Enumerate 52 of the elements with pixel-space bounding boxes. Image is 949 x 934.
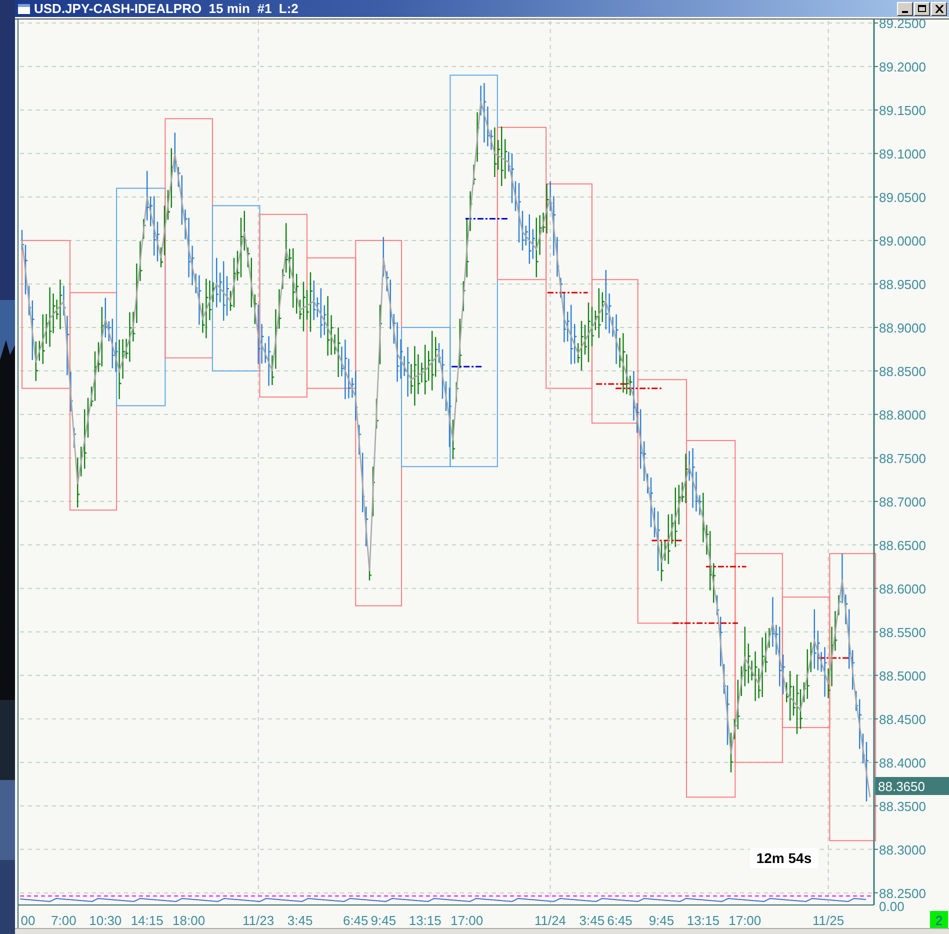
x-axis-label: 11/24	[534, 913, 566, 928]
y-axis-label: 88.2500	[879, 886, 926, 901]
horizontal-scrollbar[interactable]	[15, 928, 949, 934]
y-axis-label: 88.8000	[879, 407, 926, 422]
x-axis-label: 3:45	[579, 913, 605, 928]
window-icon	[18, 4, 30, 14]
y-axis-label: 89.2500	[879, 17, 926, 31]
x-axis-label: 9:45	[370, 913, 396, 928]
y-axis-label: 88.9000	[879, 320, 926, 336]
x-axis-label: 00	[20, 913, 36, 928]
status-badge: 2	[930, 911, 948, 928]
minimize-icon	[902, 10, 908, 12]
indicator-axis-label: 0.00	[879, 899, 904, 914]
close-button[interactable]	[931, 2, 947, 16]
y-axis-label: 88.6000	[879, 581, 926, 596]
x-axis-label: 7:00	[51, 913, 76, 928]
maximize-icon	[918, 5, 926, 12]
x-axis-label: 11/23	[242, 913, 274, 928]
minimize-button[interactable]	[897, 2, 913, 16]
countdown-timer: 12m 54s	[750, 848, 818, 868]
y-axis-label: 88.3500	[879, 798, 926, 814]
y-axis-label: 88.7000	[879, 494, 926, 510]
close-icon	[934, 4, 944, 12]
y-axis-label: 89.1500	[879, 102, 926, 118]
y-axis-label: 88.5000	[879, 668, 926, 684]
x-axis-label: 11/25	[812, 913, 844, 928]
y-axis-label: 88.4500	[879, 712, 926, 727]
x-axis-label: 18:00	[172, 913, 206, 928]
y-axis-label: 88.5500	[879, 624, 926, 640]
y-axis-label: 89.0000	[879, 233, 926, 248]
x-axis-label: 14:15	[130, 913, 164, 928]
y-axis-label: 89.1000	[879, 146, 926, 162]
x-axis-label: 6:45	[607, 913, 632, 928]
x-axis-label: 6:45	[342, 913, 368, 928]
y-axis-label: 88.6500	[879, 538, 926, 553]
y-axis-label: 89.0500	[879, 190, 926, 205]
x-axis-label: 13:15	[408, 913, 442, 928]
x-axis-label: 17:00	[728, 913, 762, 928]
y-axis-label: 88.4000	[879, 755, 926, 770]
y-axis-label: 88.8500	[879, 364, 926, 379]
x-axis-label: 9:45	[648, 913, 674, 928]
x-axis-label: 3:45	[287, 913, 313, 928]
y-axis-label: 88.9500	[879, 276, 926, 292]
y-axis-label: 89.2000	[879, 60, 926, 74]
x-axis-label: 13:15	[686, 913, 720, 928]
maximize-button[interactable]	[914, 2, 930, 16]
y-axis-label: 88.3000	[879, 842, 926, 858]
last-price-label: 88.3650	[875, 777, 949, 795]
window-title: USD.JPY-CASH-IDEALPRO 15 min #1 L:2	[34, 1, 300, 16]
x-axis-label: 17:00	[450, 913, 484, 928]
x-axis-label: 10:30	[89, 913, 122, 928]
y-axis-label: 88.7500	[879, 450, 926, 466]
